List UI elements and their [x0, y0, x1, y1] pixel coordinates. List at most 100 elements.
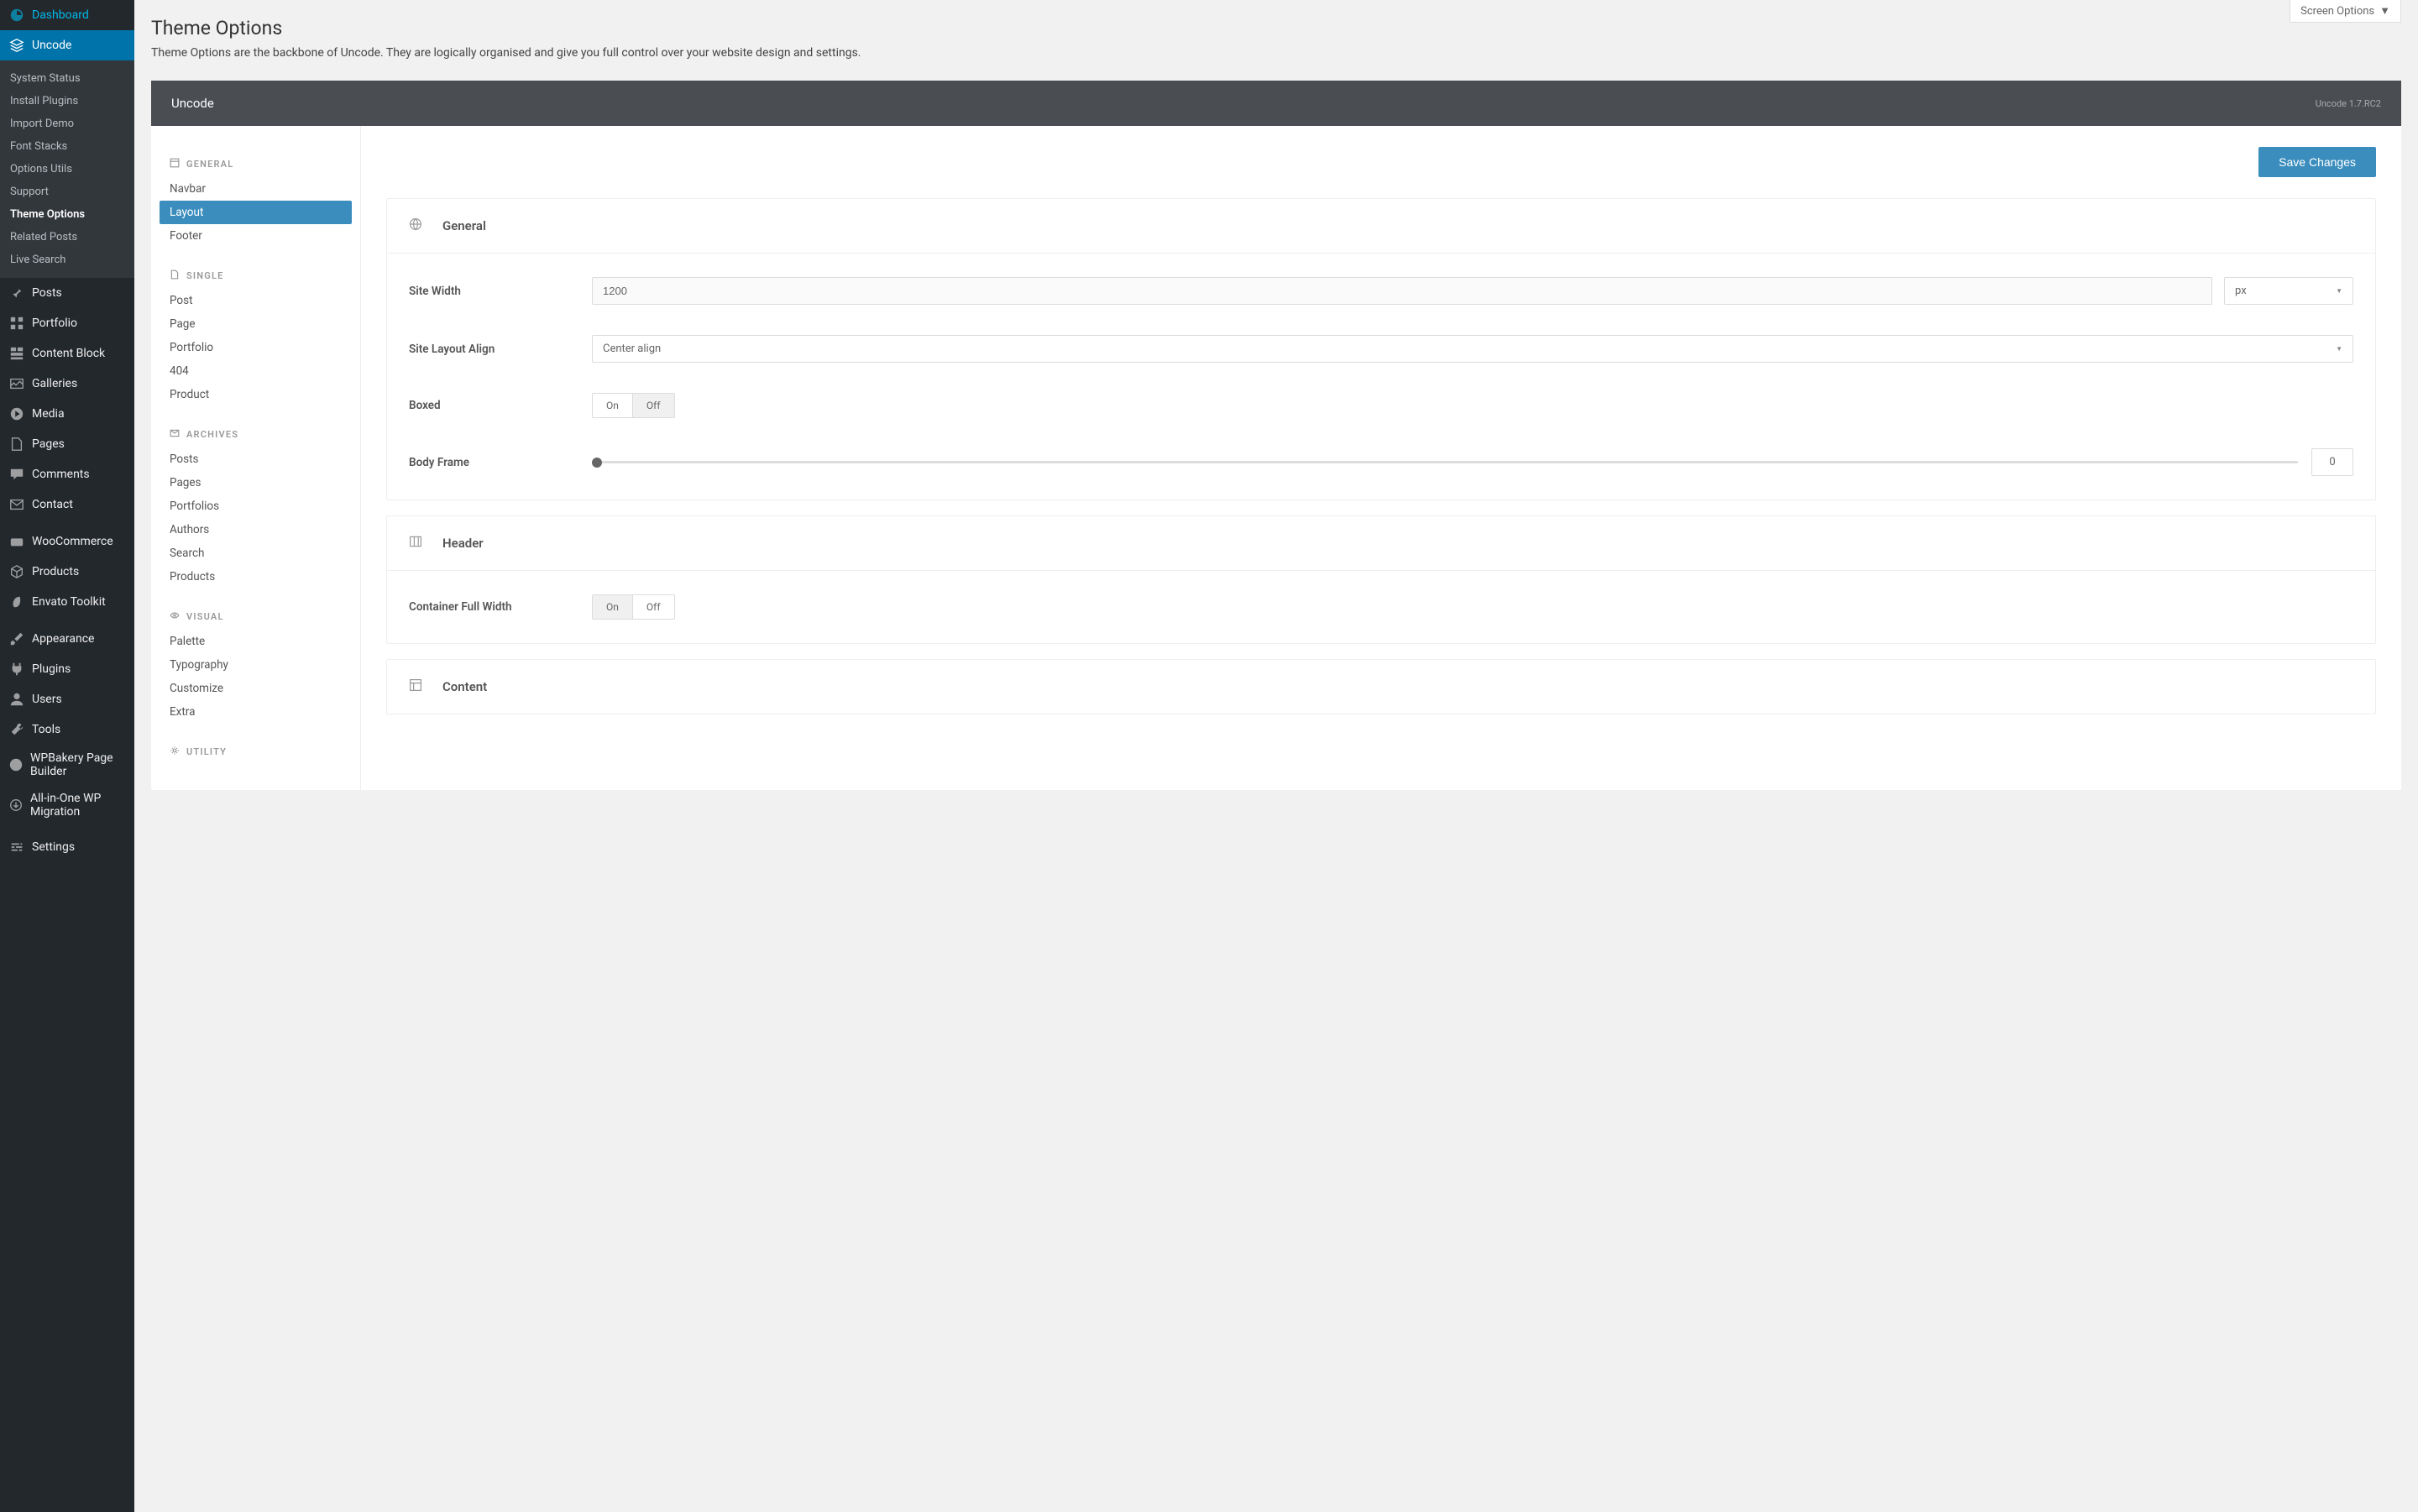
- body-frame-slider[interactable]: [592, 461, 2298, 463]
- menu-media[interactable]: Media: [0, 399, 134, 429]
- nav-customize[interactable]: Customize: [160, 677, 352, 700]
- menu-label: Galleries: [32, 377, 77, 390]
- label-body-frame: Body Frame: [409, 456, 592, 469]
- nav-authors[interactable]: Authors: [160, 518, 352, 541]
- wrench-icon: [8, 721, 25, 738]
- menu-label: Users: [32, 693, 62, 706]
- submenu-options-utils[interactable]: Options Utils: [0, 158, 134, 180]
- label-container-full: Container Full Width: [409, 600, 592, 614]
- submenu-font-stacks[interactable]: Font Stacks: [0, 135, 134, 158]
- menu-contact[interactable]: Contact: [0, 489, 134, 520]
- woo-icon: [8, 533, 25, 550]
- nav-extra[interactable]: Extra: [160, 700, 352, 724]
- submenu-live-search[interactable]: Live Search: [0, 249, 134, 271]
- nav-group-archives: Archives: [160, 421, 352, 447]
- section-title: Header: [442, 536, 484, 551]
- menu-label: Media: [32, 407, 65, 421]
- layout-align-select[interactable]: Center align ▼: [592, 335, 2353, 363]
- pin-icon: [8, 285, 25, 301]
- nav-group-single: Single: [160, 263, 352, 289]
- nav-portfolio[interactable]: Portfolio: [160, 336, 352, 359]
- site-width-unit-select[interactable]: px ▼: [2224, 277, 2353, 305]
- mail-icon: [8, 496, 25, 513]
- select-value: px: [2235, 285, 2247, 297]
- screen-options-toggle[interactable]: Screen Options ▼: [2290, 0, 2401, 23]
- dashboard-icon: [8, 7, 25, 24]
- menu-pages[interactable]: Pages: [0, 429, 134, 459]
- menu-label: Envato Toolkit: [32, 595, 106, 609]
- submenu-theme-options[interactable]: Theme Options: [0, 203, 134, 226]
- menu-settings[interactable]: Settings: [0, 832, 134, 862]
- nav-404[interactable]: 404: [160, 359, 352, 383]
- submenu-import-demo[interactable]: Import Demo: [0, 112, 134, 135]
- menu-appearance[interactable]: Appearance: [0, 624, 134, 654]
- menu-comments[interactable]: Comments: [0, 459, 134, 489]
- nav-navbar[interactable]: Navbar: [160, 177, 352, 201]
- submenu-support[interactable]: Support: [0, 180, 134, 203]
- boxed-toggle[interactable]: On Off: [592, 393, 675, 418]
- toggle-on[interactable]: On: [593, 394, 632, 417]
- nav-search[interactable]: Search: [160, 541, 352, 565]
- menu-posts[interactable]: Posts: [0, 278, 134, 308]
- nav-palette[interactable]: Palette: [160, 630, 352, 653]
- menu-label: Posts: [32, 286, 62, 300]
- toggle-on[interactable]: On: [593, 595, 632, 619]
- toggle-off[interactable]: Off: [632, 595, 674, 619]
- menu-plugins[interactable]: Plugins: [0, 654, 134, 684]
- sliders-icon: [8, 839, 25, 855]
- nav-pages[interactable]: Pages: [160, 471, 352, 494]
- menu-wpbakery[interactable]: WPBakery Page Builder: [0, 745, 134, 785]
- submenu-related-posts[interactable]: Related Posts: [0, 226, 134, 249]
- chevron-down-icon: ▼: [2379, 4, 2390, 18]
- submenu-install-plugins[interactable]: Install Plugins: [0, 90, 134, 112]
- menu-label: Plugins: [32, 662, 71, 676]
- label-site-width: Site Width: [409, 285, 592, 298]
- panel-version: Uncode 1.7.RC2: [2316, 98, 2381, 109]
- grid-icon: [8, 315, 25, 332]
- gallery-icon: [8, 375, 25, 392]
- site-width-input[interactable]: [592, 277, 2212, 305]
- menu-envato[interactable]: Envato Toolkit: [0, 587, 134, 617]
- menu-users[interactable]: Users: [0, 684, 134, 714]
- nav-posts[interactable]: Posts: [160, 447, 352, 471]
- section-header: Header Container Full Width On Off: [386, 515, 2376, 644]
- page-icon: [170, 269, 180, 282]
- section-general: General Site Width px ▼: [386, 198, 2376, 500]
- nav-typography[interactable]: Typography: [160, 653, 352, 677]
- row-boxed: Boxed On Off: [409, 378, 2353, 433]
- archive-icon: [170, 428, 180, 441]
- section-title: Content: [442, 679, 487, 694]
- menu-dashboard[interactable]: Dashboard: [0, 0, 134, 30]
- save-button[interactable]: Save Changes: [2258, 147, 2376, 177]
- menu-label: Comments: [32, 468, 90, 481]
- menu-uncode[interactable]: Uncode: [0, 30, 134, 60]
- menu-products[interactable]: Products: [0, 557, 134, 587]
- nav-portfolios[interactable]: Portfolios: [160, 494, 352, 518]
- panel-content: Save Changes General Site Width: [361, 126, 2401, 790]
- menu-label: Uncode: [32, 39, 71, 52]
- nav-products[interactable]: Products: [160, 565, 352, 589]
- menu-woocommerce[interactable]: WooCommerce: [0, 526, 134, 557]
- menu-portfolio[interactable]: Portfolio: [0, 308, 134, 338]
- nav-post[interactable]: Post: [160, 289, 352, 312]
- submenu-system-status[interactable]: System Status: [0, 67, 134, 90]
- nav-footer[interactable]: Footer: [160, 224, 352, 248]
- nav-product[interactable]: Product: [160, 383, 352, 406]
- menu-galleries[interactable]: Galleries: [0, 369, 134, 399]
- eye-icon: [170, 610, 180, 623]
- brush-icon: [8, 630, 25, 647]
- main-content: Screen Options ▼ Theme Options Theme Opt…: [134, 0, 2418, 1512]
- menu-content-block[interactable]: Content Block: [0, 338, 134, 369]
- slider-thumb[interactable]: [592, 458, 602, 468]
- menu-tools[interactable]: Tools: [0, 714, 134, 745]
- vc-icon: [8, 756, 24, 773]
- layers-icon: [8, 37, 25, 54]
- body-frame-value[interactable]: 0: [2311, 448, 2353, 476]
- menu-label: Settings: [32, 840, 75, 854]
- toggle-off[interactable]: Off: [632, 394, 674, 417]
- menu-label: Portfolio: [32, 317, 77, 330]
- menu-migration[interactable]: All-in-One WP Migration: [0, 785, 134, 825]
- nav-layout[interactable]: Layout: [160, 201, 352, 224]
- nav-page[interactable]: Page: [160, 312, 352, 336]
- container-full-toggle[interactable]: On Off: [592, 594, 675, 620]
